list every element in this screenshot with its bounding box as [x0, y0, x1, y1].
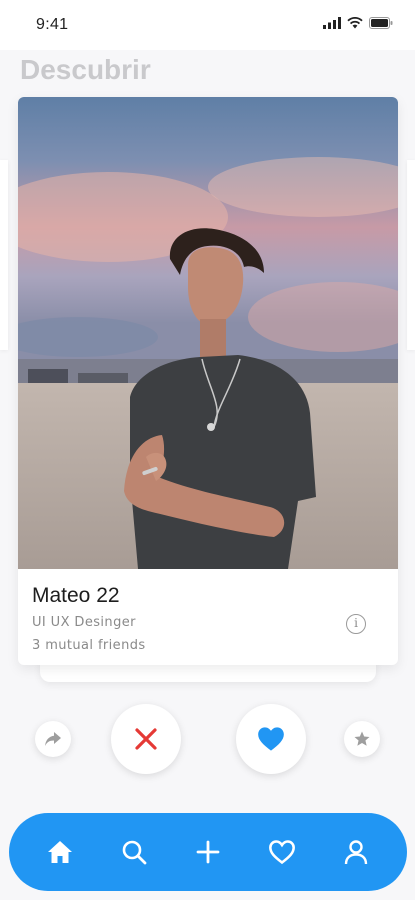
status-time: 9:41 — [36, 16, 69, 33]
super-like-button[interactable] — [344, 721, 380, 757]
status-icons — [323, 17, 393, 29]
status-bar: 9:41 — [0, 0, 415, 50]
nav-profile[interactable] — [334, 830, 378, 874]
profile-card[interactable]: Mateo 22 UI UX Desinger 3 mutual friends… — [18, 97, 398, 665]
battery-icon — [369, 17, 393, 29]
share-icon — [45, 732, 61, 746]
user-icon — [344, 840, 368, 865]
signal-icon — [323, 17, 341, 29]
heart-outline-icon — [269, 840, 295, 865]
nav-search[interactable] — [112, 830, 156, 874]
like-button[interactable] — [236, 704, 306, 774]
profile-photo — [18, 97, 398, 569]
close-icon — [135, 728, 157, 750]
home-icon — [48, 841, 72, 863]
prev-card-edge — [0, 160, 8, 350]
bottom-nav — [9, 813, 407, 891]
next-card-edge — [407, 160, 415, 350]
reject-button[interactable] — [111, 704, 181, 774]
profile-name: Mateo 22 — [32, 584, 120, 607]
profile-role: UI UX Desinger — [32, 615, 136, 630]
star-icon — [354, 731, 370, 746]
heart-icon — [258, 727, 284, 751]
nav-add[interactable] — [186, 830, 230, 874]
share-button[interactable] — [35, 721, 71, 757]
page-title: Descubrir — [20, 54, 151, 85]
nav-favorites[interactable] — [260, 830, 304, 874]
info-icon[interactable]: i — [346, 614, 366, 634]
plus-icon — [196, 840, 220, 864]
search-icon — [122, 840, 147, 865]
wifi-icon — [347, 17, 363, 29]
nav-home[interactable] — [38, 830, 82, 874]
mutual-friends: 3 mutual friends — [32, 638, 146, 653]
